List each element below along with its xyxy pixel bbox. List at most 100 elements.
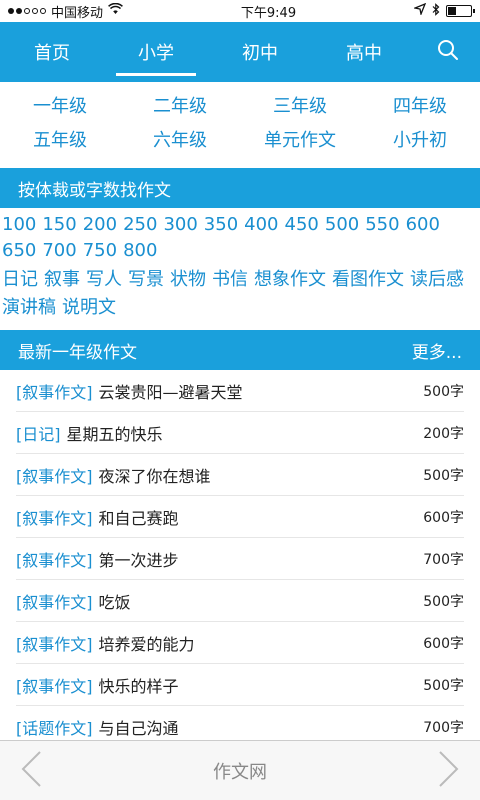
genre-link[interactable]: 叙事 xyxy=(44,266,80,294)
genre-link[interactable]: 演讲稿 xyxy=(2,294,56,322)
genre-link[interactable]: 想象作文 xyxy=(254,266,326,294)
word-count-link[interactable]: 600 xyxy=(406,212,440,238)
list-item[interactable]: [叙事作文] 夜深了你在想谁 500字 xyxy=(16,454,464,496)
word-count-link[interactable]: 650 xyxy=(2,238,36,264)
essay-word-count: 500字 xyxy=(423,677,464,694)
list-item[interactable]: [叙事作文] 吃饭 500字 xyxy=(16,580,464,622)
essay-word-count: 600字 xyxy=(423,509,464,526)
word-count-link[interactable]: 750 xyxy=(83,238,117,264)
essay-word-count: 500字 xyxy=(423,593,464,610)
essay-tag[interactable]: [叙事作文] xyxy=(16,631,93,655)
word-count-link[interactable]: 200 xyxy=(83,212,117,238)
grade-link[interactable]: 单元作文 xyxy=(240,128,360,154)
genre-link[interactable]: 写景 xyxy=(128,266,164,294)
word-count-link[interactable]: 550 xyxy=(365,212,399,238)
word-count-link[interactable]: 800 xyxy=(123,238,157,264)
essay-word-count: 700字 xyxy=(423,551,464,568)
essay-tag[interactable]: [叙事作文] xyxy=(16,463,93,487)
grade-link[interactable]: 六年级 xyxy=(120,128,240,154)
genre-link[interactable]: 说明文 xyxy=(62,294,116,322)
word-count-link[interactable]: 400 xyxy=(244,212,278,238)
word-count-link[interactable]: 250 xyxy=(123,212,157,238)
word-count-link[interactable]: 450 xyxy=(285,212,319,238)
word-count-links: 100 150 200 250 300 350 400 450 500 550 600 650 700 7… xyxy=(0,208,480,264)
essay-tag[interactable]: [叙事作文] xyxy=(16,589,93,613)
essay-tag[interactable]: [叙事作文] xyxy=(16,379,93,403)
essay-word-count: 500字 xyxy=(423,467,464,484)
word-count-link[interactable]: 100 xyxy=(2,212,36,238)
essay-title[interactable]: 与自己沟通 xyxy=(99,715,179,739)
more-link[interactable]: 更多... xyxy=(412,338,462,363)
back-button[interactable] xyxy=(20,750,42,792)
wifi-icon xyxy=(108,2,123,19)
site-title: 作文网 xyxy=(213,761,267,783)
grade-link[interactable]: 一年级 xyxy=(0,94,120,120)
genre-links: 日记 叙事 写人 写景 状物 书信 想象作文 看图作文 读后感演讲稿 说明文 xyxy=(0,264,480,322)
essay-tag[interactable]: [话题作文] xyxy=(16,715,93,739)
bottom-toolbar: 作文网 xyxy=(0,740,480,800)
genre-link[interactable]: 写人 xyxy=(86,266,122,294)
tab-junior-high[interactable]: 初中 xyxy=(208,22,312,82)
list-item[interactable]: [叙事作文] 和自己赛跑 600字 xyxy=(16,496,464,538)
tab-home[interactable]: 首页 xyxy=(0,22,104,82)
search-icon xyxy=(437,39,459,65)
list-item[interactable]: [叙事作文] 培养爱的能力 600字 xyxy=(16,622,464,664)
essay-tag[interactable]: [叙事作文] xyxy=(16,505,93,529)
word-count-link[interactable]: 150 xyxy=(42,212,76,238)
grade-link[interactable]: 二年级 xyxy=(120,94,240,120)
essay-tag[interactable]: [日记] xyxy=(16,421,61,445)
essay-title[interactable]: 和自己赛跑 xyxy=(99,505,179,529)
essay-word-count: 600字 xyxy=(423,635,464,652)
latest-section-header: 最新一年级作文 更多... xyxy=(0,330,480,370)
essay-word-count: 500字 xyxy=(423,383,464,400)
list-item[interactable]: [叙事作文] 第一次进步 700字 xyxy=(16,538,464,580)
essay-title[interactable]: 星期五的快乐 xyxy=(67,421,163,445)
status-time: 下午9:49 xyxy=(240,5,297,21)
essay-title[interactable]: 吃饭 xyxy=(99,589,131,613)
genre-link[interactable]: 日记 xyxy=(2,266,38,294)
list-item[interactable]: [叙事作文] 快乐的样子 500字 xyxy=(16,664,464,706)
genre-link[interactable]: 看图作文 xyxy=(332,266,404,294)
word-count-link[interactable]: 700 xyxy=(42,238,76,264)
essay-title[interactable]: 快乐的样子 xyxy=(99,673,179,697)
genre-link[interactable]: 状物 xyxy=(170,266,206,294)
location-icon xyxy=(412,2,427,19)
carrier-label: 中国移动 xyxy=(51,5,104,21)
tab-senior-high[interactable]: 高中 xyxy=(312,22,416,82)
genre-link[interactable]: 书信 xyxy=(212,266,248,294)
search-button[interactable] xyxy=(416,22,480,82)
word-count-link[interactable]: 350 xyxy=(204,212,238,238)
essay-title[interactable]: 培养爱的能力 xyxy=(99,631,195,655)
find-section-header: 按体裁或字数找作文 xyxy=(0,168,480,208)
top-nav: 首页 小学 初中 高中 xyxy=(0,22,480,82)
essay-word-count: 700字 xyxy=(423,719,464,736)
list-item[interactable]: [叙事作文] 云裳贵阳—避暑天堂 500字 xyxy=(16,370,464,412)
tab-primary-school[interactable]: 小学 xyxy=(104,22,208,82)
genre-link[interactable]: 读后感 xyxy=(410,266,464,294)
word-count-link[interactable]: 300 xyxy=(163,212,197,238)
signal-icon xyxy=(8,8,46,14)
list-item[interactable]: [日记] 星期五的快乐 200字 xyxy=(16,412,464,454)
essay-title[interactable]: 第一次进步 xyxy=(99,547,179,571)
latest-essay-list: [叙事作文] 云裳贵阳—避暑天堂 500字 [日记] 星期五的快乐 200字 [叙事… xyxy=(0,370,480,748)
grade-link[interactable]: 五年级 xyxy=(0,128,120,154)
essay-tag[interactable]: [叙事作文] xyxy=(16,673,93,697)
forward-button[interactable] xyxy=(438,750,460,792)
find-section-title: 按体裁或字数找作文 xyxy=(18,180,171,201)
essay-tag[interactable]: [叙事作文] xyxy=(16,547,93,571)
word-count-link[interactable]: 500 xyxy=(325,212,359,238)
grade-link[interactable]: 四年级 xyxy=(360,94,480,120)
grade-link[interactable]: 小升初 xyxy=(360,128,480,154)
chevron-left-icon xyxy=(21,750,41,787)
grade-link[interactable]: 三年级 xyxy=(240,94,360,120)
status-right xyxy=(412,2,475,20)
essay-word-count: 200字 xyxy=(423,425,464,442)
chevron-right-icon xyxy=(439,750,459,787)
latest-section-title: 最新一年级作文 xyxy=(18,342,137,363)
grade-grid: 一年级 二年级 三年级 四年级 五年级 六年级 单元作文 小升初 xyxy=(0,82,480,160)
essay-title[interactable]: 夜深了你在想谁 xyxy=(99,463,211,487)
bluetooth-icon xyxy=(432,2,440,20)
status-left: 中国移动 xyxy=(8,2,123,21)
essay-title[interactable]: 云裳贵阳—避暑天堂 xyxy=(99,379,243,403)
status-bar: 中国移动 下午9:49 xyxy=(0,0,480,22)
